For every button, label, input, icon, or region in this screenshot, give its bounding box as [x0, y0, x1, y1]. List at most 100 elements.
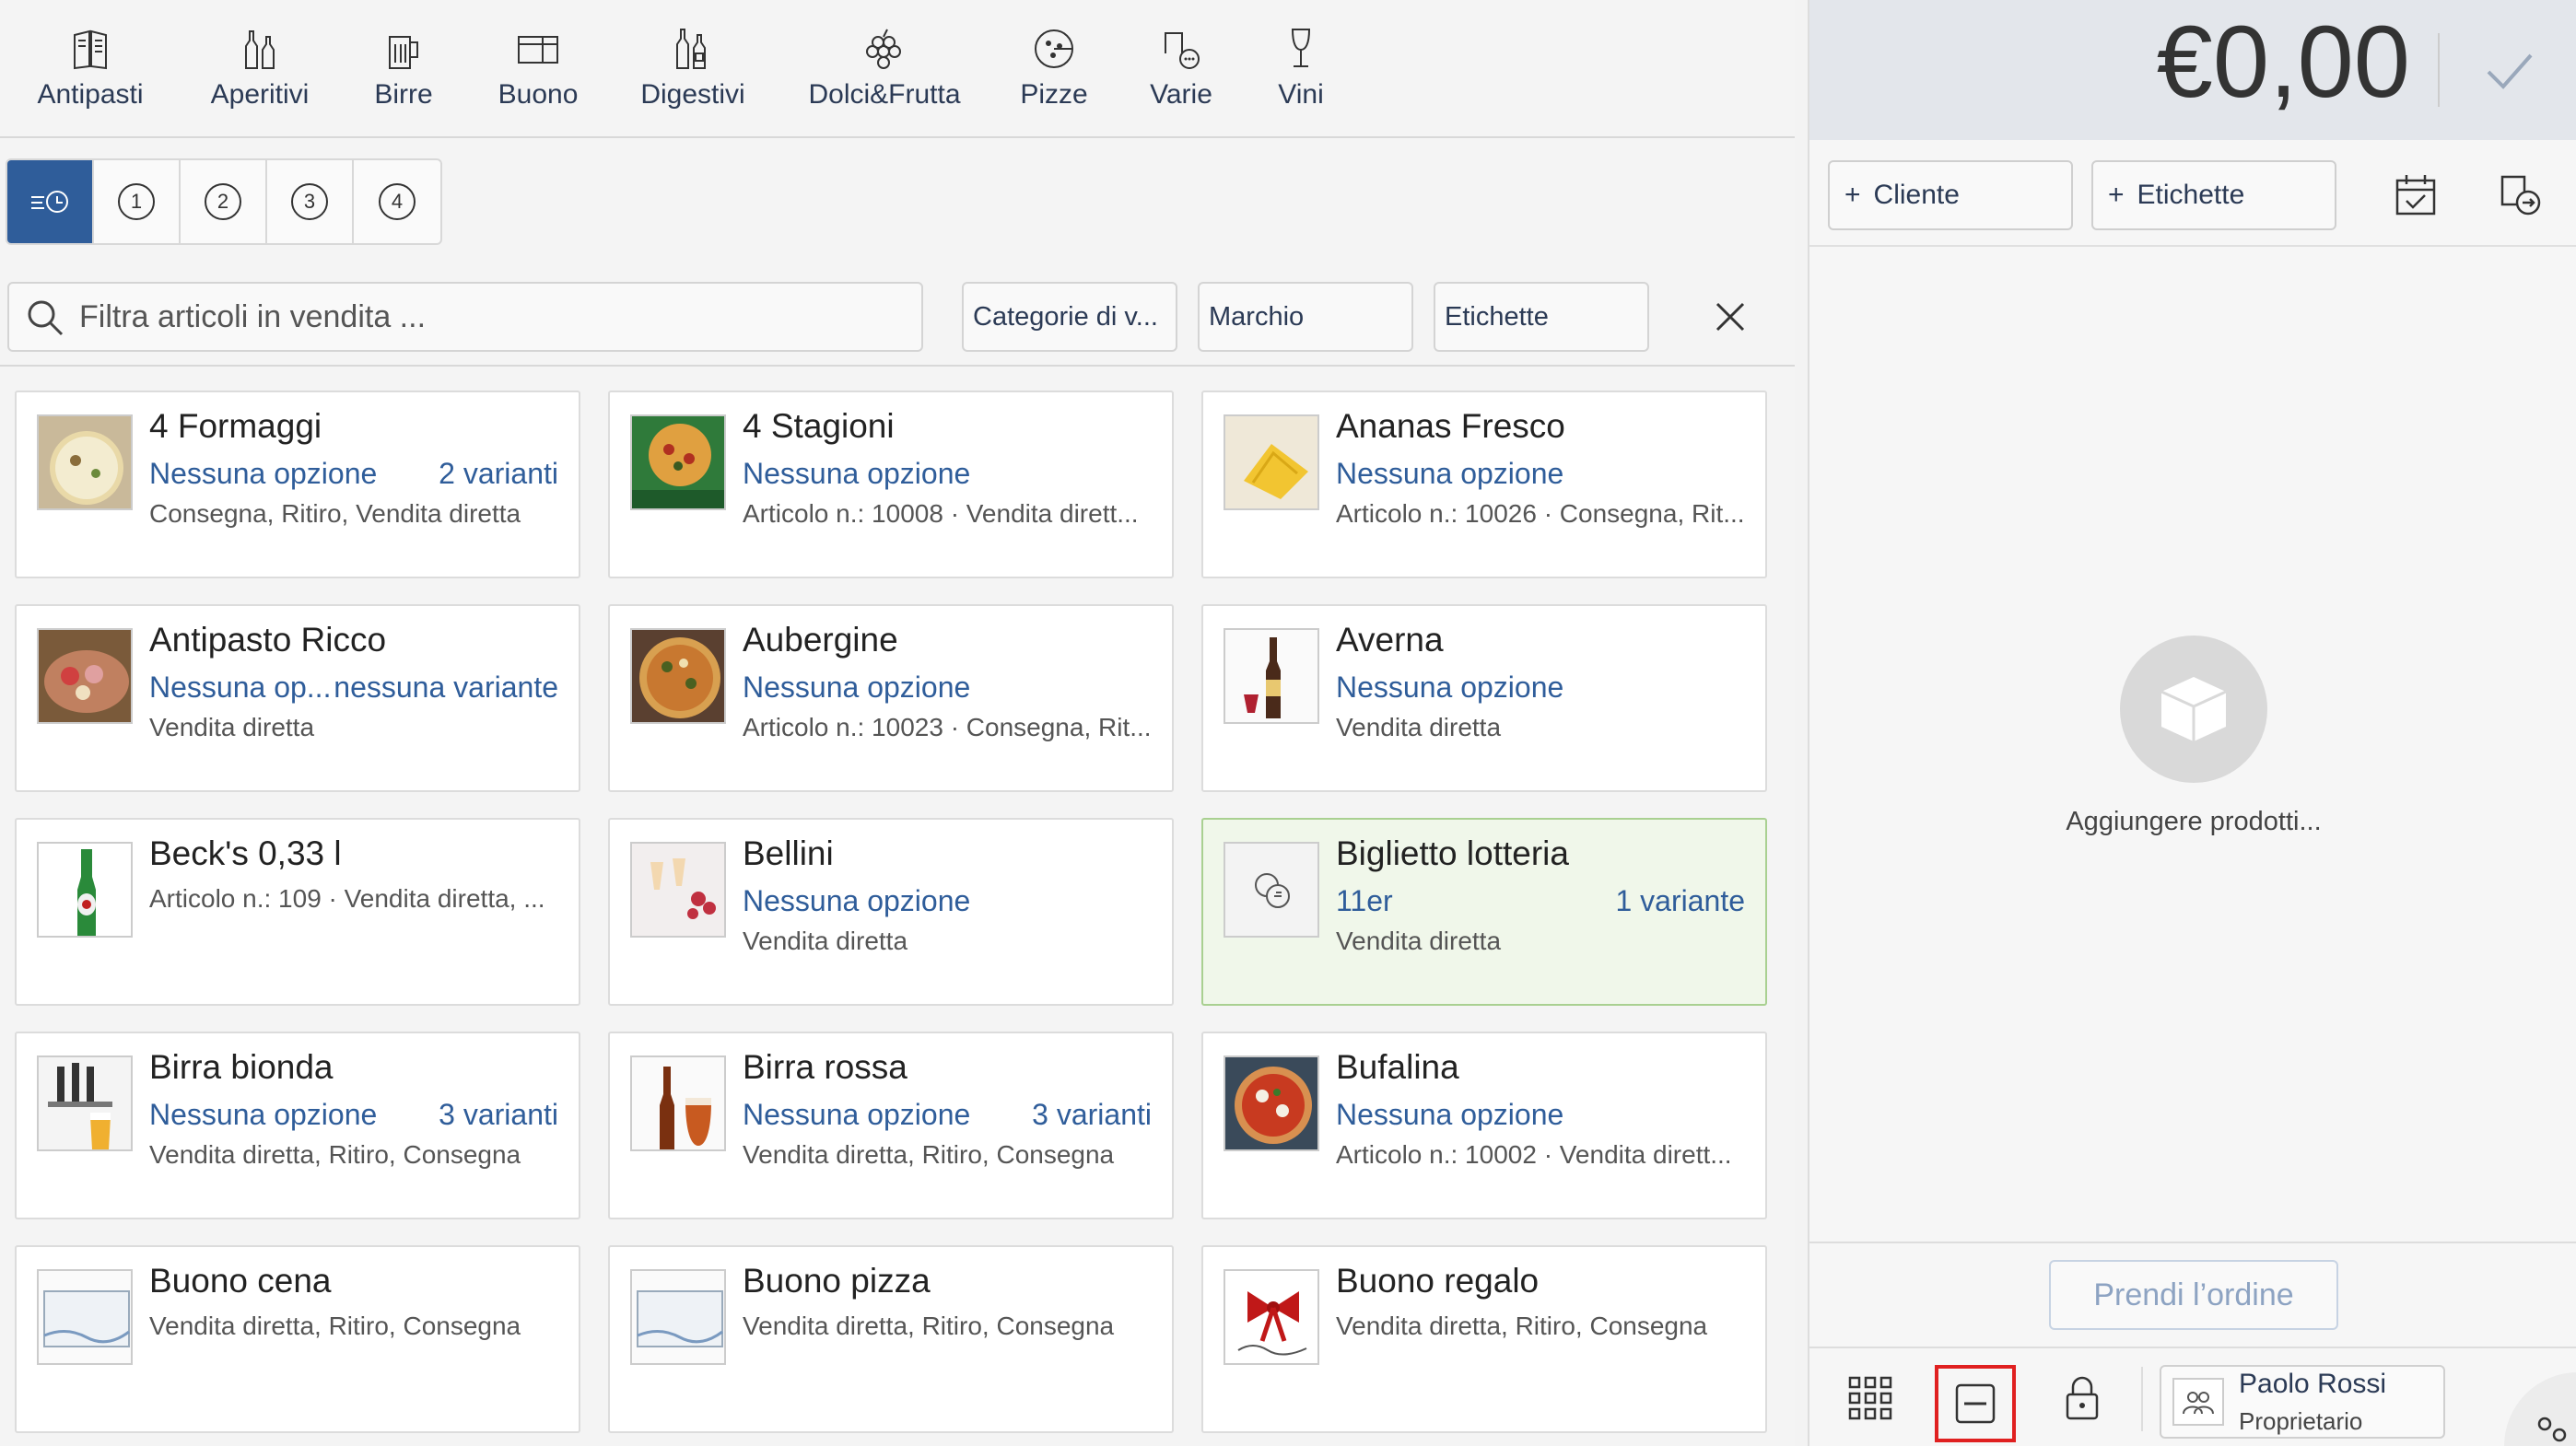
tab-4[interactable]: 4	[354, 160, 440, 243]
brand-filter[interactable]: Marchio	[1198, 282, 1413, 352]
settings-link-icon[interactable]	[2504, 1372, 2576, 1446]
product-card[interactable]: Buono regalo Vendita diretta, Ritiro, Co…	[1201, 1245, 1767, 1433]
product-card[interactable]: Biglietto lotteria 11er 1 variante Vendi…	[1201, 818, 1767, 1006]
users-icon	[2183, 1392, 2214, 1415]
calendar-check-icon[interactable]	[2392, 171, 2440, 219]
product-variants: 3 varianti	[439, 1098, 558, 1131]
take-order-button[interactable]: Prendi l’ordine	[2049, 1260, 2338, 1330]
product-card[interactable]: 4 Formaggi Nessuna opzione 2 varianti Co…	[15, 391, 580, 578]
product-title: Birra rossa	[743, 1048, 907, 1086]
add-tags-button[interactable]: + Etichette	[2091, 160, 2336, 230]
product-title: Aubergine	[743, 621, 898, 659]
category-vini[interactable]: Vini	[1236, 26, 1365, 111]
clear-filters-icon[interactable]	[1710, 297, 1751, 337]
divider	[1809, 1242, 2576, 1243]
category-label: Birre	[374, 79, 433, 110]
product-card[interactable]: Aubergine Nessuna opzione Articolo n.: 1…	[608, 604, 1174, 792]
tab-number: 2	[205, 183, 241, 220]
order-total: €0,00	[2156, 6, 2410, 119]
product-panel: Antipasti Aperitivi Birre Buono Digestiv…	[0, 0, 1795, 1446]
product-details: Articolo n.: 109 · Vendita diretta, ...	[149, 884, 545, 913]
product-option: Nessuna opzione	[1336, 1098, 1564, 1131]
product-thumbnail	[630, 1269, 726, 1365]
product-option: Nessuna opzione	[743, 457, 971, 490]
product-card[interactable]: Ananas Fresco Nessuna opzione Articolo n…	[1201, 391, 1767, 578]
pineapple-image-icon	[1225, 416, 1317, 508]
product-thumbnail	[37, 1055, 133, 1151]
category-label: Vini	[1278, 79, 1324, 110]
product-variants: 1 variante	[1615, 884, 1745, 917]
tab-2[interactable]: 2	[181, 160, 267, 243]
category-filter[interactable]: Categorie di v...	[962, 282, 1177, 352]
product-option: Nessuna opzione	[743, 671, 971, 704]
tab-3[interactable]: 3	[267, 160, 354, 243]
category-birre[interactable]: Birre	[339, 26, 468, 111]
product-thumbnail	[630, 842, 726, 938]
product-details: Vendita diretta, Ritiro, Consegna	[1336, 1312, 1708, 1340]
product-card[interactable]: Bellini Nessuna opzione Vendita diretta	[608, 818, 1174, 1006]
order-actions: + Cliente + Etichette	[1809, 140, 2576, 247]
transfer-order-icon[interactable]	[2497, 171, 2545, 219]
product-card[interactable]: Buono pizza Vendita diretta, Ritiro, Con…	[608, 1245, 1174, 1433]
grid-view-icon[interactable]	[1846, 1374, 1894, 1422]
add-customer-button[interactable]: + Cliente	[1828, 160, 2073, 230]
category-digestivi[interactable]: Digestivi	[628, 26, 757, 111]
category-dolci-frutta[interactable]: Dolci&Frutta	[802, 26, 967, 111]
category-label: Buono	[498, 79, 579, 110]
menu-book-icon	[74, 29, 107, 70]
product-variants: 3 varianti	[1032, 1098, 1152, 1131]
product-card[interactable]: Buono cena Vendita diretta, Ritiro, Cons…	[15, 1245, 580, 1433]
product-card[interactable]: Birra bionda Nessuna opzione 3 varianti …	[15, 1032, 580, 1219]
category-buono[interactable]: Buono	[474, 26, 603, 111]
product-title: Bufalina	[1336, 1048, 1459, 1086]
empty-cart: Aggiungere prodotti...	[1809, 636, 2576, 837]
product-option: Nessuna opzione	[149, 457, 378, 490]
search-icon	[28, 300, 64, 336]
list-view-icon	[1955, 1383, 1996, 1424]
product-card[interactable]: 4 Stagioni Nessuna opzione Articolo n.: …	[608, 391, 1174, 578]
product-title: Buono regalo	[1336, 1262, 1540, 1300]
product-details: Articolo n.: 10026 · Consegna, Rit...	[1336, 499, 1745, 528]
product-thumbnail	[630, 628, 726, 724]
avatar	[2172, 1378, 2224, 1426]
product-thumbnail	[1224, 1269, 1319, 1365]
product-details: Vendita diretta, Ritiro, Consegna	[149, 1312, 521, 1340]
product-option: Nessuna opzione	[1336, 457, 1564, 490]
category-aperitivi[interactable]: Aperitivi	[195, 26, 324, 111]
beer-tap-image-icon	[39, 1057, 131, 1149]
product-card[interactable]: Bufalina Nessuna opzione Articolo n.: 10…	[1201, 1032, 1767, 1219]
product-card[interactable]: Averna Nessuna opzione Vendita diretta	[1201, 604, 1767, 792]
search-input[interactable]	[79, 291, 899, 343]
list-view-button[interactable]	[1935, 1365, 2016, 1442]
category-antipasti[interactable]: Antipasti	[26, 26, 155, 111]
tab-recent[interactable]	[7, 160, 94, 243]
product-card[interactable]: Birra rossa Nessuna opzione 3 varianti V…	[608, 1032, 1174, 1219]
category-varie[interactable]: Varie	[1117, 26, 1246, 111]
category-pizze[interactable]: Pizze	[989, 26, 1118, 111]
voucher-image-icon	[39, 1271, 131, 1363]
beer-mug-icon	[389, 36, 418, 69]
product-title: 4 Stagioni	[743, 407, 895, 445]
product-title: Buono pizza	[743, 1262, 931, 1300]
liquor-image-icon	[1225, 630, 1317, 722]
product-thumbnail	[37, 628, 133, 724]
product-card[interactable]: Antipasto Ricco Nessuna op... nessuna va…	[15, 604, 580, 792]
category-label: Varie	[1150, 79, 1212, 110]
product-option: 11er	[1336, 884, 1393, 917]
antipasto-image-icon	[39, 630, 131, 722]
product-title: Beck's 0,33 l	[149, 834, 342, 872]
tags-filter[interactable]: Etichette	[1434, 282, 1649, 352]
check-icon[interactable]	[2479, 41, 2538, 99]
lock-icon[interactable]	[2058, 1374, 2106, 1422]
pos-app: Antipasti Aperitivi Birre Buono Digestiv…	[0, 0, 2576, 1446]
user-profile-button[interactable]: Paolo Rossi Proprietario	[2160, 1365, 2445, 1439]
product-thumbnail	[1224, 628, 1319, 724]
tab-1[interactable]: 1	[94, 160, 181, 243]
product-card[interactable]: Beck's 0,33 l Articolo n.: 109 · Vendita…	[15, 818, 580, 1006]
product-title: Antipasto Ricco	[149, 621, 387, 659]
misc-icon	[1165, 32, 1200, 69]
product-details: Vendita diretta	[149, 713, 315, 741]
product-details: Vendita diretta	[1336, 927, 1502, 955]
red-beer-image-icon	[632, 1057, 724, 1149]
user-name: Paolo Rossi	[2239, 1369, 2387, 1399]
